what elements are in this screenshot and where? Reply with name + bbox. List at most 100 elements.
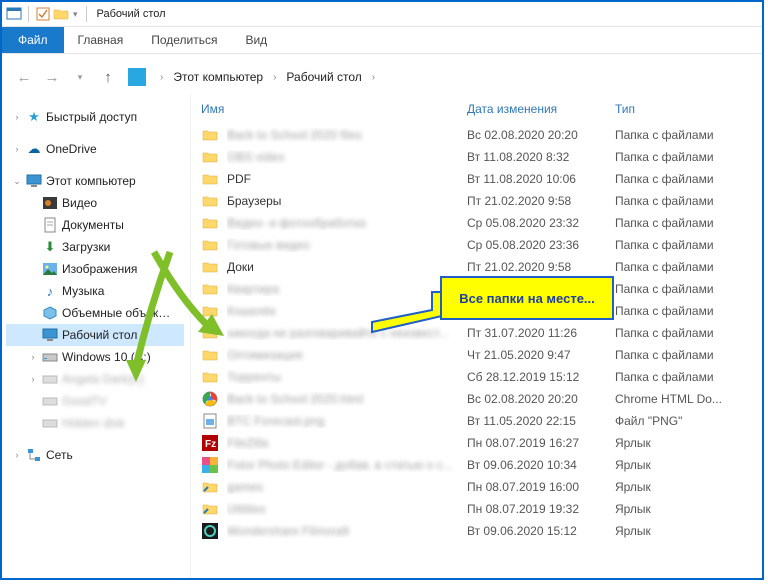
nav-up-button[interactable]: ↑	[96, 65, 120, 89]
ribbon-tab-home[interactable]: Главная	[64, 27, 138, 53]
ribbon-tab-view[interactable]: Вид	[231, 27, 281, 53]
file-name: Доки	[227, 260, 467, 274]
file-row[interactable]: PDFВт 11.08.2020 10:06Папка с файлами	[191, 168, 762, 190]
desktop-icon	[42, 327, 58, 343]
file-date: Вт 09.06.2020 10:34	[467, 458, 615, 472]
file-date: Чт 21.05.2020 9:47	[467, 348, 615, 362]
tree-label: Документы	[62, 218, 124, 232]
tree-label: GoodTV	[62, 394, 107, 408]
fotor-icon	[201, 456, 219, 474]
file-row[interactable]: никогда не разговаривайте с неизвест...П…	[191, 322, 762, 344]
file-name: PDF	[227, 172, 467, 186]
nav-back-button[interactable]: ←	[12, 65, 36, 89]
chevron-right-icon[interactable]: ›	[160, 72, 163, 83]
chevron-down-icon[interactable]: ⌄	[12, 176, 22, 187]
tree-hidden-drive[interactable]: Hidden disk	[6, 412, 184, 434]
folder-icon	[201, 192, 219, 210]
file-date: Вс 02.08.2020 20:20	[467, 392, 615, 406]
folder-icon	[201, 126, 219, 144]
file-row[interactable]: ТоррентыСб 28.12.2019 15:12Папка с файла…	[191, 366, 762, 388]
file-row[interactable]: FzFileZillaПн 08.07.2019 16:27Ярлык	[191, 432, 762, 454]
qat-folder-icon[interactable]	[53, 6, 69, 22]
file-type: Файл "PNG"	[615, 414, 762, 428]
file-date: Пт 31.07.2020 11:26	[467, 326, 615, 340]
file-type: Папка с файлами	[615, 194, 762, 208]
file-name: Utilities	[227, 502, 467, 516]
chevron-right-icon[interactable]: ›	[372, 72, 375, 83]
file-row[interactable]: Готовые видеоСр 05.08.2020 23:36Папка с …	[191, 234, 762, 256]
lnk-icon	[201, 500, 219, 518]
breadcrumb-item[interactable]: Рабочий стол	[286, 70, 361, 84]
file-type: Папка с файлами	[615, 150, 762, 164]
navigation-bar: ← → ▾ ↑ › Этот компьютер › Рабочий стол …	[2, 60, 762, 94]
svg-text:Fz: Fz	[205, 439, 216, 450]
column-header-type[interactable]: Тип	[615, 102, 762, 116]
file-name: Готовые видео	[227, 238, 467, 252]
tree-label: Hidden disk	[62, 416, 125, 430]
annotation-arrow-icon	[362, 292, 452, 342]
file-date: Вт 11.05.2020 22:15	[467, 414, 615, 428]
file-type: Ярлык	[615, 458, 762, 472]
tree-documents[interactable]: Документы	[6, 214, 184, 236]
file-date: Пт 21.02.2020 9:58	[467, 260, 615, 274]
file-list: Имя Дата изменения Тип Back to School 20…	[191, 94, 762, 578]
column-header-name[interactable]: Имя	[201, 102, 467, 116]
file-row[interactable]: BTC Forecast.pngВт 11.05.2020 22:15Файл …	[191, 410, 762, 432]
file-row[interactable]: Видео- и фотообработкаСр 05.08.2020 23:3…	[191, 212, 762, 234]
tree-onedrive[interactable]: › ☁ OneDrive	[6, 138, 184, 160]
fz-icon: Fz	[201, 434, 219, 452]
file-row[interactable]: UtilitiesПн 08.07.2019 19:32Ярлык	[191, 498, 762, 520]
ws-icon	[201, 522, 219, 540]
chevron-right-icon[interactable]: ›	[28, 352, 38, 362]
file-type: Папка с файлами	[615, 238, 762, 252]
ribbon: Файл Главная Поделиться Вид	[2, 27, 762, 54]
file-row[interactable]: gamesПн 08.07.2019 16:00Ярлык	[191, 476, 762, 498]
nav-forward-button[interactable]: →	[40, 65, 64, 89]
tree-label: OneDrive	[46, 142, 97, 156]
folder-icon	[201, 170, 219, 188]
tree-videos[interactable]: Видео	[6, 192, 184, 214]
tree-this-pc[interactable]: ⌄ Этот компьютер	[6, 170, 184, 192]
file-row[interactable]: OBS videoВт 11.08.2020 8:32Папка с файла…	[191, 146, 762, 168]
tree-label: Сеть	[46, 448, 73, 462]
tree-label: Музыка	[62, 284, 104, 298]
file-type: Ярлык	[615, 524, 762, 538]
annotation-callout: Все папки на месте...	[440, 276, 614, 320]
tree-hidden-drive[interactable]: GoodTV	[6, 390, 184, 412]
file-row[interactable]: ДокиПт 21.02.2020 9:58Папка с файлами	[191, 256, 762, 278]
file-name: BTC Forecast.png	[227, 414, 467, 428]
chevron-right-icon[interactable]: ›	[12, 112, 22, 122]
folder-icon	[201, 346, 219, 364]
file-row[interactable]: БраузерыПт 21.02.2020 9:58Папка с файлам…	[191, 190, 762, 212]
file-type: Папка с файлами	[615, 282, 762, 296]
nav-history-dropdown[interactable]: ▾	[68, 65, 92, 89]
file-row[interactable]: ОптимизацияЧт 21.05.2020 9:47Папка с фай…	[191, 344, 762, 366]
column-header-date[interactable]: Дата изменения	[467, 102, 615, 116]
qat-checkbox-icon[interactable]	[35, 6, 51, 22]
file-row[interactable]: Back to School 2020.htmlВс 02.08.2020 20…	[191, 388, 762, 410]
chevron-right-icon[interactable]: ›	[273, 72, 276, 83]
chevron-right-icon[interactable]: ›	[12, 144, 22, 154]
qat-dropdown-icon[interactable]: ▾	[73, 9, 78, 20]
chevron-right-icon[interactable]: ›	[12, 450, 22, 460]
cloud-icon: ☁	[26, 141, 42, 157]
chevron-right-icon[interactable]: ›	[28, 374, 38, 384]
file-row[interactable]: Back to School 2020 filesВс 02.08.2020 2…	[191, 124, 762, 146]
lnk-icon	[201, 478, 219, 496]
file-row[interactable]: Wondershare Filmora9Вт 09.06.2020 15:12Я…	[191, 520, 762, 542]
tree-quick-access[interactable]: › ★ Быстрый доступ	[6, 106, 184, 128]
chrome-icon	[201, 390, 219, 408]
file-row[interactable]: Fotor Photo Editor - добав. в статью о с…	[191, 454, 762, 476]
file-type: Папка с файлами	[615, 172, 762, 186]
ribbon-tab-share[interactable]: Поделиться	[137, 27, 231, 53]
file-type: Ярлык	[615, 480, 762, 494]
breadcrumb-item[interactable]: Этот компьютер	[173, 70, 263, 84]
ribbon-file-tab[interactable]: Файл	[2, 27, 64, 53]
file-date: Вт 09.06.2020 15:12	[467, 524, 615, 538]
file-date: Пн 08.07.2019 19:32	[467, 502, 615, 516]
tree-network[interactable]: › Сеть	[6, 444, 184, 466]
breadcrumb-root-icon[interactable]	[128, 68, 146, 86]
file-name: OBS video	[227, 150, 467, 164]
file-type: Папка с файлами	[615, 370, 762, 384]
file-name: Торренты	[227, 370, 467, 384]
